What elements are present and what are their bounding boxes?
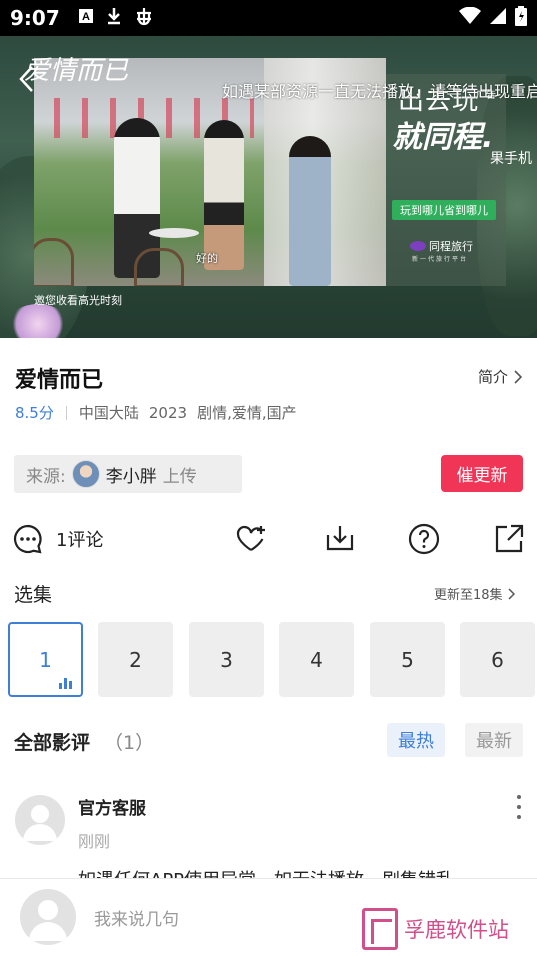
video-subtitle: 好的	[196, 252, 218, 265]
show-title: 爱情而已	[15, 368, 104, 393]
episodes-update-text: 更新至18集	[434, 588, 503, 603]
comment-count: 1评论	[56, 530, 104, 551]
commenter-name: 官方客服	[78, 799, 146, 819]
avatar[interactable]	[20, 889, 76, 945]
episode-3-button[interactable]: 3	[189, 622, 264, 697]
chevron-right-icon	[508, 587, 515, 600]
watermark: 孚鹿软件站	[362, 908, 509, 950]
status-time: 9:07	[10, 6, 60, 30]
user-icon	[23, 805, 57, 841]
actor-figure	[204, 120, 244, 270]
status-bar: 9:07 A	[0, 0, 537, 36]
comment-time: 刚刚	[78, 832, 111, 851]
ad-logo-subtext: 新一代旅行平台	[412, 256, 469, 263]
episode-number: 6	[491, 647, 504, 672]
year: 2023	[148, 403, 188, 422]
heart-plus-icon	[236, 525, 265, 551]
episode-1-button[interactable]: 1	[8, 622, 83, 697]
svg-text:A: A	[82, 11, 90, 23]
download-icon	[106, 7, 122, 29]
episodes-update-link[interactable]: 更新至18集	[434, 584, 515, 603]
ad-tag: 广告	[476, 90, 496, 101]
actor-figure	[289, 136, 331, 286]
question-icon	[408, 523, 440, 555]
ad-headline-bold: 就同程.	[392, 120, 494, 155]
episode-number: 3	[220, 647, 233, 672]
dot	[517, 805, 521, 809]
highlight-invite: 邀您收看高光时刻	[34, 294, 122, 307]
comment-icon	[13, 524, 42, 554]
divider	[65, 405, 67, 420]
episode-2-button[interactable]: 2	[98, 622, 173, 697]
episode-number: 1	[39, 647, 52, 672]
ad-button[interactable]: 玩到哪儿省到哪儿	[392, 200, 496, 220]
region: 中国大陆	[78, 404, 139, 422]
ad-logo-icon	[410, 241, 426, 251]
avatar[interactable]	[15, 795, 65, 845]
intro-label: 简介	[478, 368, 509, 386]
more-options-button[interactable]	[510, 795, 528, 819]
user-icon	[29, 900, 67, 941]
back-button[interactable]	[18, 62, 48, 96]
signal-icon	[489, 7, 507, 29]
sort-hot-button[interactable]: 最热	[387, 723, 445, 757]
episodes-title: 选集	[14, 584, 53, 606]
comment-input[interactable]: 我来说几句	[94, 905, 179, 930]
action-bar: 1评论	[0, 518, 537, 560]
download-button[interactable]	[324, 518, 356, 560]
ad-logo-text: 同程旅行	[429, 240, 473, 253]
bug-icon	[134, 6, 154, 30]
source-tag[interactable]: 来源: 李小胖 上传	[14, 455, 242, 493]
sort-new-button[interactable]: 最新	[465, 723, 523, 757]
battery-icon	[515, 6, 527, 30]
urge-update-button[interactable]: 催更新	[441, 455, 523, 492]
reviews-title: 全部影评	[14, 732, 91, 754]
genres: 剧情,爱情,国产	[197, 404, 297, 422]
dot	[517, 815, 521, 819]
avatar	[71, 460, 100, 488]
table	[149, 228, 199, 238]
uploader-name: 李小胖	[105, 466, 157, 487]
share-button[interactable]	[493, 518, 525, 560]
upload-text: 上传	[162, 466, 197, 487]
ad-logo: 同程旅行	[410, 238, 473, 254]
watermark-logo-icon	[362, 908, 398, 950]
wifi-icon	[459, 6, 481, 29]
source-label: 来源:	[26, 466, 66, 487]
intro-link[interactable]: 简介	[478, 366, 523, 387]
score: 8.5分	[15, 404, 54, 422]
download-icon	[326, 526, 354, 551]
episode-number: 4	[310, 647, 323, 672]
chevron-right-icon	[514, 369, 523, 384]
back-arrow-icon	[19, 66, 33, 92]
reviews-count: （1）	[104, 732, 155, 754]
flower-decoration	[8, 304, 68, 338]
a-icon: A	[78, 8, 94, 28]
episode-number: 2	[129, 647, 142, 672]
overlay-text: 果手机	[490, 151, 532, 167]
chair	[34, 238, 74, 286]
share-icon	[495, 524, 524, 553]
show-meta: 8.5分 中国大陆 2023 剧情,爱情,国产	[15, 402, 297, 423]
dot	[517, 795, 521, 799]
watermark-text: 孚鹿软件站	[404, 918, 509, 942]
episode-number: 5	[401, 647, 414, 672]
episode-5-button[interactable]: 5	[370, 622, 445, 697]
playing-indicator-icon	[59, 677, 75, 689]
episode-6-button[interactable]: 6	[460, 622, 535, 697]
episode-4-button[interactable]: 4	[279, 622, 354, 697]
chair	[134, 248, 184, 286]
favorite-button[interactable]	[235, 518, 267, 560]
comment-button[interactable]: 1评论	[12, 518, 103, 560]
help-button[interactable]	[408, 518, 440, 560]
